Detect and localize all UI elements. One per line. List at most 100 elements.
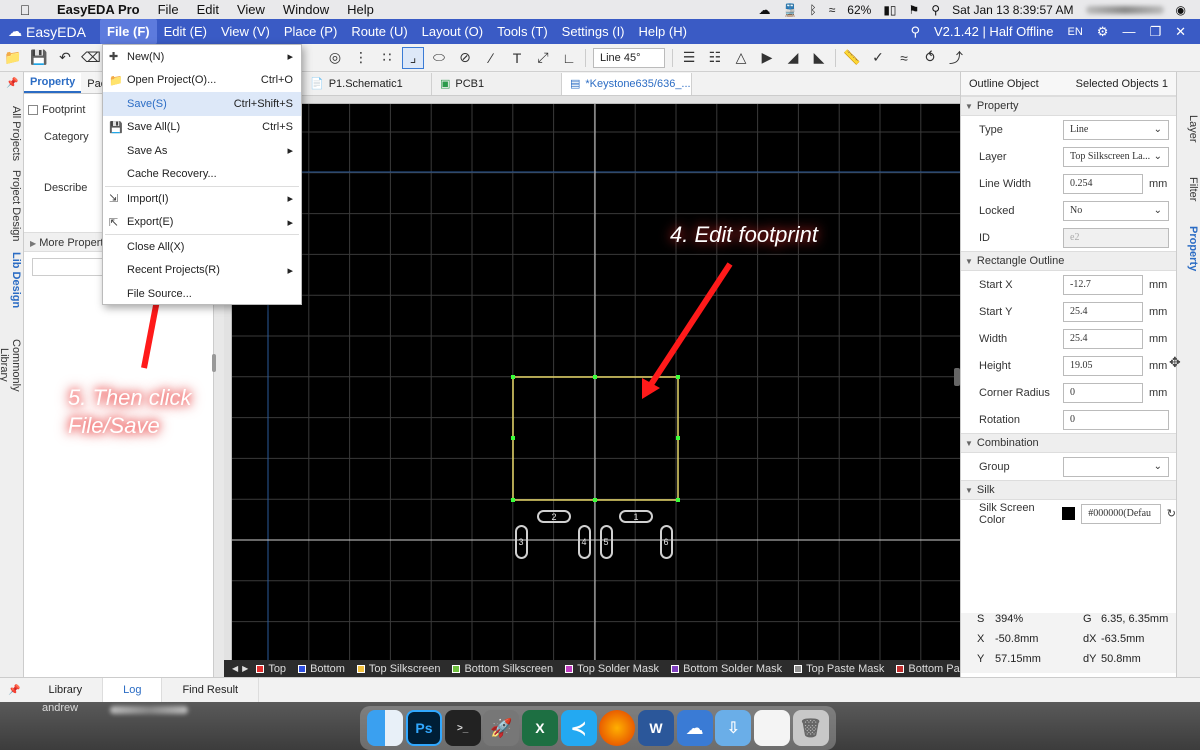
- rotation-input[interactable]: 0: [1063, 409, 1169, 430]
- silk-color-swatch[interactable]: [1062, 507, 1076, 520]
- ellipse-tool-icon[interactable]: ⬭: [428, 47, 450, 69]
- layer-item[interactable]: Bottom Silkscreen: [452, 663, 553, 675]
- mac-menu-help[interactable]: Help: [338, 2, 383, 17]
- pad-row-icon[interactable]: ⋮: [350, 47, 372, 69]
- no-entry-icon[interactable]: ⊘: [454, 47, 476, 69]
- file-menu-item[interactable]: Save As ▸: [103, 139, 301, 163]
- corner-radius-input[interactable]: 0: [1063, 382, 1143, 403]
- word-icon[interactable]: W: [637, 710, 674, 746]
- tab-all-projects[interactable]: All Projects: [2, 104, 22, 164]
- layer-item[interactable]: Top: [256, 663, 286, 675]
- file-menu-item[interactable]: Recent Projects(R) ▸: [103, 259, 301, 283]
- pad-icon[interactable]: ◎: [324, 47, 346, 69]
- menu-place[interactable]: Place (P): [277, 19, 344, 44]
- bluetooth-icon[interactable]: ᛒ: [809, 3, 816, 17]
- rotate-icon[interactable]: ◢: [782, 47, 804, 69]
- minimize-icon[interactable]: —: [1122, 24, 1135, 39]
- battery-percent[interactable]: 62%: [847, 3, 871, 17]
- search-icon[interactable]: ⚲: [931, 3, 940, 17]
- menu-tools[interactable]: Tools (T): [490, 19, 555, 44]
- layer-next-icon[interactable]: ▶: [242, 664, 248, 673]
- layer-item[interactable]: Top Paste Mask: [794, 663, 884, 675]
- layer-item[interactable]: Bottom Paste Mask: [896, 663, 960, 675]
- section-silk[interactable]: ▼ Silk: [961, 480, 1176, 500]
- layer-item[interactable]: Top Silkscreen: [356, 663, 440, 675]
- layer-item[interactable]: Bottom Solder Mask: [671, 663, 782, 675]
- cloud-icon[interactable]: ☁: [759, 3, 771, 17]
- align-right-icon[interactable]: ☷: [704, 47, 726, 69]
- mac-app-name[interactable]: EasyEDA Pro: [48, 2, 149, 17]
- menu-view[interactable]: View (V): [214, 19, 277, 44]
- apple-icon[interactable]: : [16, 2, 34, 18]
- tab-find-result[interactable]: Find Result: [162, 677, 260, 703]
- line-tool-icon[interactable]: ∕: [480, 47, 502, 69]
- firefox-icon[interactable]: [599, 710, 636, 746]
- tab-layer[interactable]: Layer: [1179, 112, 1199, 146]
- file-menu-item[interactable]: Cache Recovery...: [103, 163, 301, 187]
- preview-icon[interactable]: [753, 710, 790, 746]
- menu-layout[interactable]: Layout (O): [415, 19, 490, 44]
- tab-commonly-library[interactable]: Commonly Library: [0, 322, 22, 408]
- menu-settings[interactable]: Settings (I): [555, 19, 632, 44]
- language-button[interactable]: EN: [1068, 26, 1083, 38]
- file-menu-item[interactable]: Close All(X): [103, 235, 301, 259]
- flag-icon[interactable]: ⚑: [909, 3, 920, 17]
- excel-icon[interactable]: X: [521, 710, 558, 746]
- layer-select[interactable]: Top Silkscreen La... ⌄: [1063, 146, 1169, 167]
- layer-item[interactable]: Bottom: [298, 663, 345, 675]
- file-menu-item[interactable]: 💾 Save All(L) Ctrl+S: [103, 116, 301, 140]
- undo-icon[interactable]: ↶: [54, 47, 76, 69]
- tab-project-design[interactable]: Project Design: [2, 170, 22, 242]
- section-combination[interactable]: ▼ Combination: [961, 433, 1176, 453]
- app-search-icon[interactable]: ⚲: [910, 24, 920, 40]
- finder-icon[interactable]: [367, 710, 404, 746]
- layer-prev-icon[interactable]: ◀: [232, 664, 238, 673]
- silk-color-input[interactable]: #000000(Defau: [1081, 503, 1161, 524]
- file-menu-item[interactable]: Save(S) Ctrl+Shift+S: [103, 92, 301, 116]
- measure-icon[interactable]: ≈: [893, 47, 915, 69]
- bottom-pin-icon[interactable]: 📌: [0, 685, 28, 696]
- file-menu-item[interactable]: File Source...: [103, 282, 301, 306]
- doctab-schematic[interactable]: 📄 P1.Schematic1: [302, 73, 432, 95]
- save-icon[interactable]: 💾: [28, 47, 50, 69]
- gear-icon[interactable]: ⚙: [1097, 24, 1109, 40]
- text-tool-icon[interactable]: T: [506, 47, 528, 69]
- footprint-checkbox[interactable]: [28, 105, 38, 116]
- line-width-input[interactable]: 0.254: [1063, 173, 1143, 194]
- mirror-icon[interactable]: ▶: [756, 47, 778, 69]
- tab-log[interactable]: Log: [103, 677, 163, 703]
- datetime[interactable]: Sat Jan 13 8:39:57 AM: [952, 3, 1073, 17]
- flip-icon[interactable]: △: [730, 47, 752, 69]
- refresh-icon[interactable]: ↻: [1167, 507, 1176, 520]
- height-input[interactable]: 19.05: [1063, 355, 1143, 376]
- section-rectangle-outline[interactable]: ▼ Rectangle Outline: [961, 251, 1176, 271]
- trash-icon[interactable]: 🗑: [792, 710, 829, 746]
- origin-icon[interactable]: ∟: [558, 47, 580, 69]
- menu-file[interactable]: File (F): [100, 19, 157, 44]
- ruler-icon[interactable]: 📏: [841, 47, 863, 69]
- train-icon[interactable]: 🚆: [783, 3, 798, 17]
- open-folder-icon[interactable]: 📁: [2, 47, 24, 69]
- polyline-tool-icon[interactable]: ⌟: [402, 46, 424, 69]
- wifi-icon[interactable]: ≈: [829, 3, 836, 17]
- width-input[interactable]: 25.4: [1063, 328, 1143, 349]
- splitter-handle[interactable]: [212, 354, 216, 372]
- file-menu-item[interactable]: 📁 Open Project(O)... Ctrl+O: [103, 69, 301, 93]
- pad-array-icon[interactable]: ∷: [376, 47, 398, 69]
- start-y-input[interactable]: 25.4: [1063, 301, 1143, 322]
- tab-lib-design[interactable]: Lib Design: [2, 248, 22, 312]
- fit-icon[interactable]: ⥀: [919, 47, 941, 69]
- pin-icon[interactable]: 📌: [6, 78, 18, 89]
- layer-item[interactable]: Top Solder Mask: [565, 663, 659, 675]
- mac-menu-edit[interactable]: Edit: [188, 2, 228, 17]
- downloads-folder-icon[interactable]: ⇩: [715, 710, 752, 746]
- menu-route[interactable]: Route (U): [344, 19, 414, 44]
- check-icon[interactable]: ✓: [867, 47, 889, 69]
- dimension-icon[interactable]: ⤢: [532, 47, 554, 69]
- file-menu-item[interactable]: ✚ New(N) ▸: [103, 45, 301, 69]
- tab-library[interactable]: Library: [28, 677, 104, 703]
- start-x-input[interactable]: -12.7: [1063, 274, 1143, 295]
- doctab-pcb[interactable]: ▣ PCB1: [432, 73, 562, 95]
- launchpad-icon[interactable]: 🚀: [483, 710, 520, 746]
- tab-filter[interactable]: Filter: [1179, 172, 1199, 206]
